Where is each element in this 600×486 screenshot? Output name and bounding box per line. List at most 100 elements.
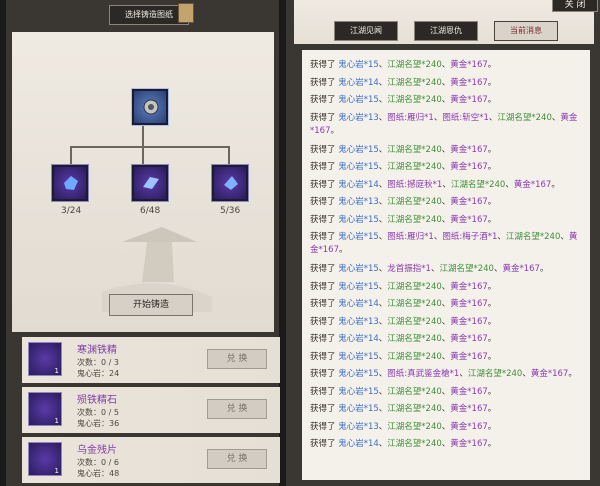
item-cost: 鬼心岩：48 (77, 469, 120, 478)
message-list: 获得了 鬼心岩*15、江湖名望*240、黄金*167。 获得了 鬼心岩*14、江湖… (310, 57, 582, 454)
reward-text: 鬼心岩*14 (338, 299, 379, 309)
reward-text: 鬼心岩*13 (338, 197, 379, 207)
reward-text: 图纸:雁归*1 (387, 232, 434, 242)
reward-text: 鬼心岩*15 (338, 369, 379, 379)
reward-text: 江湖名望*240 (387, 281, 442, 292)
reward-text: 鬼心岩*13 (338, 421, 379, 432)
tree-line (70, 146, 229, 148)
message-line: 获得了 鬼心岩*14、江湖名望*240、黄金*167。 (310, 331, 582, 349)
tree-line (70, 146, 72, 166)
reward-text: 鬼心岩*15 (338, 144, 379, 155)
reward-text: 江湖名望*240 (387, 421, 442, 432)
reward-text: 、 (522, 369, 531, 379)
message-lead: 获得了 (310, 439, 339, 449)
reward-text: 江湖名望*240 (387, 214, 442, 225)
reward-text: 黄金*167 (450, 439, 488, 449)
item-name: 殒铁精石 (77, 395, 117, 406)
message-line: 获得了 鬼心岩*15、图纸:真武鉴金槍*1、江湖名望*240、黄金*167。 (310, 366, 582, 384)
message-lead: 获得了 (310, 77, 339, 88)
material-node-1[interactable] (51, 164, 89, 202)
tab-jianghu-news[interactable]: 江湖见闻 (334, 21, 398, 41)
reward-text: 鬼心岩*15 (338, 281, 379, 292)
exchange-button[interactable]: 兑 换 (207, 349, 267, 369)
start-forge-button[interactable]: 开始铸造 (109, 294, 193, 316)
crystal-icon: 1 (28, 392, 62, 426)
list-item: 1 乌金残片 次数：0 / 6 鬼心岩：48 兑 换 (22, 437, 280, 483)
reward-text: 鬼心岩*15 (338, 351, 379, 362)
reward-text: 。 (487, 144, 497, 155)
tree-line (142, 146, 144, 166)
message-lead: 获得了 (310, 264, 339, 274)
reward-text: 黄金*167 (450, 214, 488, 225)
message-lead: 获得了 (310, 214, 339, 225)
reward-text: 。 (539, 264, 549, 274)
reward-text: 黄金*167 (450, 404, 488, 414)
blueprint-slot[interactable] (131, 88, 169, 126)
reward-text: 黄金*167 (513, 179, 552, 190)
reward-text: 黄金*167 (450, 334, 488, 344)
material-node-3[interactable] (211, 164, 249, 202)
message-lead: 获得了 (310, 334, 339, 344)
reward-text: 鬼心岩*13 (338, 316, 379, 327)
reward-text: 。 (568, 369, 577, 379)
exchange-button[interactable]: 兑 换 (207, 399, 267, 419)
message-line: 获得了 鬼心岩*15、江湖名望*240、黄金*167。 (310, 401, 582, 419)
blueprint-icon (143, 99, 159, 115)
message-line: 获得了 鬼心岩*14、江湖名望*240、黄金*167。 (310, 75, 582, 93)
message-lead: 获得了 (310, 144, 339, 155)
item-quantity: 1 (54, 367, 59, 375)
close-button[interactable]: 关 闭 (552, 0, 598, 12)
message-line: 获得了 鬼心岩*15、江湖名望*240、黄金*167。 (310, 349, 582, 367)
message-lead: 获得了 (310, 404, 339, 414)
message-lead: 获得了 (310, 179, 339, 190)
reward-text: 鬼心岩*15 (338, 60, 379, 70)
reward-text: 江湖名望*240 (387, 162, 442, 172)
reward-text: 江湖名望*240 (387, 299, 442, 309)
message-lead: 获得了 (310, 162, 339, 172)
reward-text: 鬼心岩*15 (338, 232, 379, 242)
exchange-button[interactable]: 兑 换 (207, 449, 267, 469)
message-line: 获得了 鬼心岩*14、图纸:撼庭秋*1、江湖名望*240、黄金*167。 (310, 177, 582, 195)
reward-text: 鬼心岩*14 (338, 439, 379, 449)
material-count-2: 6/48 (140, 206, 161, 216)
message-line: 获得了 鬼心岩*15、龙首振指*1、江湖名望*240、黄金*167。 (310, 261, 582, 279)
reward-text: 鬼心岩*15 (338, 95, 379, 105)
reward-text: 黄金*167 (450, 77, 488, 88)
reward-text: 。 (487, 197, 497, 207)
message-line: 获得了 鬼心岩*13、江湖名望*240、黄金*167。 (310, 194, 582, 212)
reward-text: 图纸:真武鉴金槍*1 (387, 369, 460, 379)
select-blueprint-button[interactable]: 选择铸造图纸 (109, 5, 189, 25)
reward-text: 。 (330, 125, 339, 136)
reward-text: 图纸:梅子酒*1 (442, 232, 498, 242)
message-line: 获得了 鬼心岩*13、江湖名望*240、黄金*167。 (310, 314, 582, 332)
reward-text: 鬼心岩*15 (338, 404, 379, 414)
message-lead: 获得了 (310, 95, 339, 105)
reward-text: 。 (487, 214, 497, 225)
reward-text: 黄金*167 (450, 144, 488, 155)
reward-text: 黄金*167 (450, 281, 488, 292)
reward-text: 黄金*167 (450, 299, 488, 309)
material-node-2[interactable] (131, 164, 169, 202)
reward-text: 图纸:雁归*1 (387, 112, 434, 123)
message-line: 获得了 鬼心岩*15、江湖名望*240、黄金*167。 (310, 92, 582, 110)
reward-text: 黄金*167 (450, 60, 488, 70)
reward-text: 。 (487, 77, 497, 88)
tab-current-messages[interactable]: 当前消息 (494, 21, 558, 41)
message-line: 获得了 鬼心岩*13、江湖名望*240、黄金*167。 (310, 419, 582, 437)
reward-text: 龙首振指*1 (387, 264, 431, 274)
reward-text: 图纸:撼庭秋*1 (387, 179, 443, 190)
material-list: 1 寒渊铁精 次数：0 / 3 鬼心岩：24 兑 换 1 殒铁精石 次数：0 /… (22, 337, 280, 486)
reward-text: 。 (338, 245, 348, 255)
reward-text: 江湖名望*240 (497, 112, 552, 123)
crystal-icon (224, 176, 238, 190)
message-lead: 获得了 (310, 351, 339, 362)
reward-text: 江湖名望*240 (467, 369, 523, 379)
material-count-3: 5/36 (220, 206, 241, 216)
message-line: 获得了 鬼心岩*15、江湖名望*240、黄金*167。 (310, 384, 582, 402)
reward-text: 江湖名望*240 (387, 351, 442, 362)
reward-text: 鬼心岩*13 (338, 112, 379, 123)
list-item: 1 寒渊铁精 次数：0 / 3 鬼心岩：24 兑 换 (22, 337, 280, 383)
reward-text: 。 (487, 334, 497, 344)
tab-jianghu-feud[interactable]: 江湖恩仇 (414, 21, 478, 41)
message-log[interactable]: 获得了 鬼心岩*15、江湖名望*240、黄金*167。 获得了 鬼心岩*14、江湖… (302, 50, 590, 480)
